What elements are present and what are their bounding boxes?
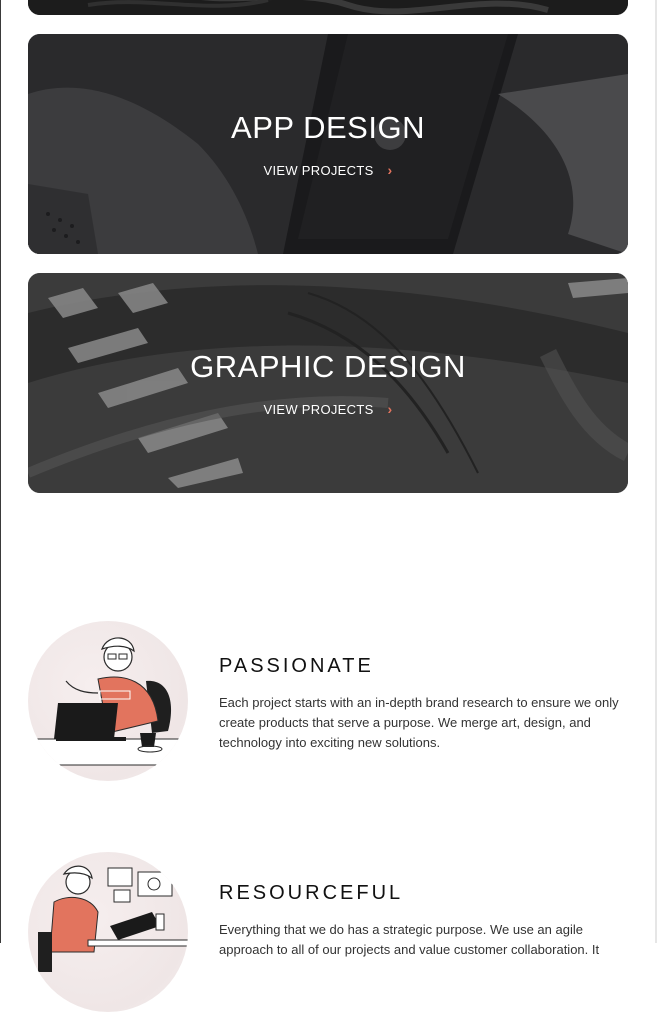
card-title: APP DESIGN bbox=[231, 110, 425, 145]
feature-text: RESOURCEFUL Everything that we do has a … bbox=[219, 882, 629, 960]
category-card-app-design[interactable]: APP DESIGN VIEW PROJECTS › bbox=[28, 34, 628, 254]
category-card-graphic-design[interactable]: GRAPHIC DESIGN VIEW PROJECTS › bbox=[28, 273, 628, 493]
category-card-web[interactable] bbox=[28, 0, 628, 15]
designer-at-laptop-illustration bbox=[28, 621, 188, 781]
view-projects-label: VIEW PROJECTS bbox=[263, 401, 374, 417]
card-title: GRAPHIC DESIGN bbox=[190, 349, 466, 384]
chevron-right-icon: › bbox=[387, 401, 393, 417]
designer-with-tablet-illustration bbox=[28, 852, 188, 1012]
chevron-right-icon: › bbox=[387, 162, 393, 178]
feature-description: Each project starts with an in-depth bra… bbox=[219, 695, 619, 750]
feature-text: PASSIONATE Each project starts with an i… bbox=[219, 655, 629, 753]
page-left-border bbox=[0, 0, 1, 943]
feature-description: Everything that we do has a strategic pu… bbox=[219, 922, 600, 957]
card-background-image bbox=[28, 0, 628, 15]
view-projects-label: VIEW PROJECTS bbox=[263, 162, 374, 178]
feature-title: PASSIONATE bbox=[219, 655, 374, 677]
feature-title: RESOURCEFUL bbox=[219, 882, 404, 904]
view-projects-link[interactable]: VIEW PROJECTS › bbox=[263, 401, 392, 417]
view-projects-link[interactable]: VIEW PROJECTS › bbox=[263, 162, 392, 178]
